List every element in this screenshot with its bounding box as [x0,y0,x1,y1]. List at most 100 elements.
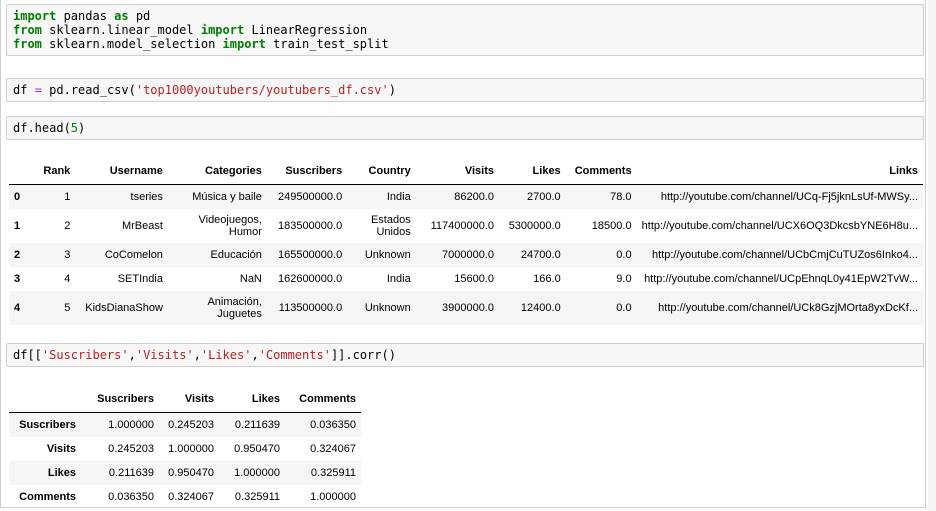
code-text: sklearn.model_selection [41,37,223,51]
table-row: 3 4 SETIndia NaN 162600000.0 India 15600.0 166.… [9,267,923,291]
table-cell: 0.324067 [168,490,214,503]
table-cell: 1.000000 [108,418,154,431]
table-row: 2 3 CoComelon Educación 165500000.0 Unknown 70… [9,242,923,267]
string-literal: 'Visits' [135,348,194,362]
code-text: pd.read_csv( [41,83,136,97]
table-cell: 162600000.0 [277,272,343,285]
table-row: Comments 0.036350 0.324067 0.325911 1.000000 [9,485,361,509]
column-header: Comments [565,158,637,185]
table-cell: 2 [64,219,71,232]
table-cell: 78.0 [610,190,632,203]
table-cell: 0.950470 [234,442,280,455]
table-cell: 0.245203 [168,418,214,431]
table-cell: Animación, Juguetes [207,295,262,320]
table-cell: NaN [239,272,262,285]
row-index: Likes [47,466,76,479]
correlation-table: Suscribers Visits Likes Comments Suscribers… [9,386,361,509]
column-header: Visits [159,386,219,413]
table-cell: tseries [130,190,163,203]
table-cell: 1 [64,190,71,203]
column-header: Suscribers [81,386,159,413]
table-header-row: Suscribers Visits Likes Comments [9,386,361,413]
code-text: sklearn.linear_model [41,23,201,37]
table-cell: 24700.0 [520,248,561,261]
table-cell: http://youtube.com/channel/UCX6OQ3DkcsbY… [641,219,918,232]
table-cell: 0.036350 [310,418,356,431]
row-index: 1 [14,219,21,232]
table-cell: 0.324067 [310,442,356,455]
code-cell-read-csv[interactable]: df = pd.read_csv('top1000youtubers/youtu… [6,78,924,102]
table-cell: Videojuegos, Humor [198,213,262,238]
table-cell: Unknown [364,248,411,261]
table-cell: 0.950470 [168,466,214,479]
table-cell: 5 [64,301,71,314]
code-text: pd [128,9,151,23]
table-cell: CoComelon [104,248,163,261]
code-text: , [128,348,136,362]
code-text: ]].corr() [330,348,396,362]
keyword: import [13,9,57,23]
code-line: import pandas as pd [13,9,150,23]
code-cell-imports[interactable]: import pandas as pd from sklearn.linear_… [6,4,924,56]
code-cell-corr[interactable]: df[['Suscribers','Visits','Likes','Comme… [6,343,924,367]
table-cell: 2700.0 [527,190,561,203]
table-cell: Unknown [364,301,411,314]
table-cell: KidsDianaShow [85,301,163,314]
table-cell: India [386,272,411,285]
table-cell: 0.245203 [108,442,154,455]
row-index: Comments [19,490,76,503]
index-header [9,158,38,185]
keyword: from [13,23,42,37]
table-cell: Música y baile [192,190,262,203]
table-cell: Educación [210,248,262,261]
column-header: Rank [37,158,76,185]
row-index: Suscribers [19,418,76,431]
column-header: Links [636,158,923,185]
code-text: df[[ [13,348,42,362]
column-header: Suscribers [266,158,348,185]
table-cell: http://youtube.com/channel/UCbCmjCuTUZos… [652,248,918,261]
table-row: Visits 0.245203 1.000000 0.950470 0.324067 [9,437,361,461]
table-cell: 0.325911 [234,490,280,503]
head-dataframe-table: Rank Username Categories Suscribers Country V… [9,158,923,325]
table-cell: 165500000.0 [277,248,343,261]
string-literal: 'top1000youtubers/youtubers_df.csv' [135,83,389,97]
table-cell: 7000000.0 [441,248,494,261]
table-cell: Estados Unidos [370,213,411,238]
table-cell: 183500000.0 [277,219,343,232]
column-header: Likes [219,386,285,413]
table-cell: 0.0 [616,248,632,261]
code-text: LinearRegression [244,23,368,37]
keyword: import [200,23,245,37]
number-literal: 5 [70,121,79,135]
code-text: train_test_split [265,37,389,51]
table-cell: 0.211639 [108,466,154,479]
table-cell: http://youtube.com/channel/UCpEhnqL0y41E… [644,272,918,285]
string-literal: 'Comments' [258,348,331,362]
code-text: pandas [56,9,115,23]
table-cell: 18500.0 [591,219,632,232]
table-cell: 1.000000 [168,442,214,455]
table-cell: 3900000.0 [441,301,494,314]
row-index: 2 [14,248,21,261]
table-cell: 249500000.0 [277,190,343,203]
table-cell: http://youtube.com/channel/UCq-Fj5jknLsU… [660,190,918,203]
column-header: Username [75,158,168,185]
column-header: Comments [285,386,361,413]
code-text: df [13,83,35,97]
table-cell: 0.211639 [234,418,280,431]
code-text: , [193,348,201,362]
column-header: Visits [415,158,499,185]
keyword: from [13,37,42,51]
table-cell: 0.325911 [310,466,356,479]
table-cell: 15600.0 [454,272,494,285]
vertical-scrollbar[interactable] [928,0,936,511]
code-text: , [251,348,259,362]
keyword: as [114,9,129,23]
code-cell-head[interactable]: df.head(5) [6,116,924,140]
table-cell: 166.0 [533,272,561,285]
table-header-row: Rank Username Categories Suscribers Country V… [9,158,923,185]
code-text: ) [388,83,396,97]
row-index: Visits [46,442,76,455]
table-cell: 0.0 [616,301,632,314]
